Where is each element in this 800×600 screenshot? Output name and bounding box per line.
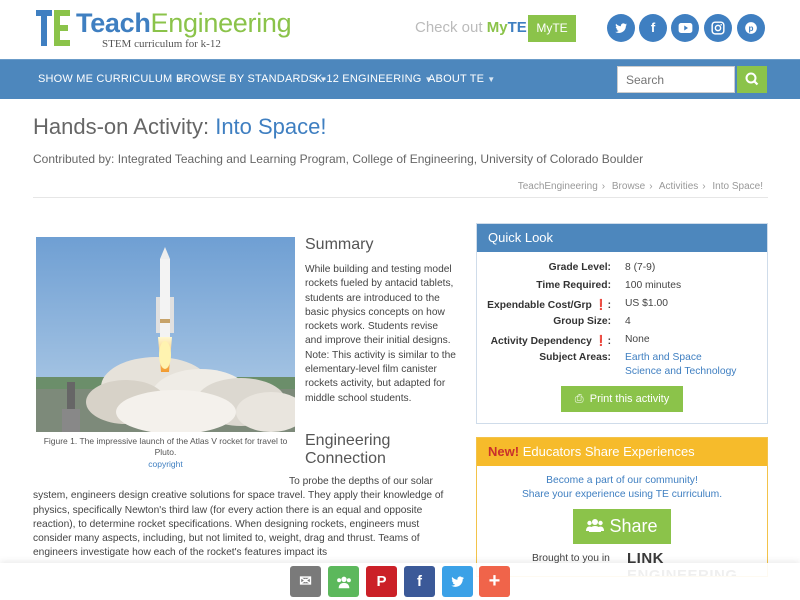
summary-text: While building and testing model rockets… — [305, 264, 456, 404]
youtube-icon[interactable] — [671, 14, 699, 42]
search-button[interactable] — [737, 66, 767, 93]
pinterest-icon[interactable]: p — [737, 14, 765, 42]
top-header: TeachEngineering STEM curriculum for k-1… — [0, 0, 800, 58]
print-activity-label: Print this activity — [589, 393, 670, 405]
share-button-label: Share — [609, 516, 658, 536]
nav-browse-by-standards[interactable]: BROWSE BY STANDARDS ▼ — [176, 73, 327, 85]
contributed-by: Contributed by: Integrated Teaching and … — [33, 152, 644, 166]
quick-look-panel: Quick Look Grade Level: 8 (7-9) Time Req… — [476, 223, 768, 424]
search-input[interactable] — [617, 66, 735, 93]
educators-share-panel: New! Educators Share Experiences Become … — [476, 437, 768, 577]
site-logo[interactable]: TeachEngineering STEM curriculum for k-1… — [36, 8, 292, 50]
subject-areas-label: Subject Areas: — [539, 352, 611, 363]
figure-caption-text: Figure 1. The impressive launch of the A… — [43, 436, 288, 457]
expendable-cost-value: US $1.00 — [625, 298, 668, 309]
share-bar: ✉ P f + — [0, 563, 800, 600]
twitter-icon[interactable] — [442, 566, 473, 597]
search-icon — [745, 72, 759, 86]
nav-show-me-curriculum[interactable]: SHOW ME CURRICULUM ▼ — [38, 73, 184, 85]
activity-dependency-label: Activity Dependency ❗: — [490, 336, 611, 347]
group-size-label: Group Size: — [553, 316, 611, 327]
logo-tagline: STEM curriculum for k-12 — [102, 38, 221, 50]
page-title-highlight: Into Space! — [215, 114, 327, 139]
more-icon[interactable]: + — [479, 566, 510, 597]
printer-icon: ⎙ — [574, 393, 584, 405]
checkout-te: TE — [507, 19, 527, 36]
pinterest-icon[interactable]: P — [366, 566, 397, 597]
breadcrumb-item: Into Space! — [712, 181, 763, 192]
time-required-label: Time Required: — [536, 280, 611, 291]
quick-look-heading: Quick Look — [477, 224, 767, 252]
activity-dependency-value: None — [625, 334, 650, 345]
subject-area-link[interactable]: Earth and Space — [625, 352, 702, 363]
page-title-prefix: Hands-on Activity: — [33, 114, 210, 139]
educators-share-heading: New! Educators Share Experiences — [477, 438, 767, 466]
logo-brand-part1: Teach — [76, 8, 151, 38]
divider — [33, 197, 768, 198]
checkout-prefix: Check out — [415, 19, 483, 36]
info-icon[interactable]: ❗ — [595, 300, 608, 311]
chevron-down-icon: ▼ — [487, 75, 496, 84]
grade-level-value: 8 (7-9) — [625, 262, 656, 273]
summary-heading: Summary — [305, 236, 374, 253]
print-activity-button[interactable]: ⎙ Print this activity — [561, 386, 683, 412]
svg-text:p: p — [749, 24, 754, 33]
community-link[interactable]: Become a part of our community! — [477, 475, 767, 486]
engineering-connection-text: To probe the depths of our solar system,… — [33, 475, 458, 561]
copyright-link[interactable]: copyright — [34, 459, 297, 470]
facebook-icon[interactable]: f — [404, 566, 435, 597]
breadcrumb-item[interactable]: Browse — [612, 181, 645, 192]
breadcrumb: TeachEngineering › Browse › Activities › In… — [517, 181, 763, 192]
facebook-icon[interactable]: f — [639, 14, 667, 42]
educators-share-title: Educators Share Experiences — [522, 444, 695, 459]
time-required-value: 100 minutes — [625, 280, 682, 291]
figure-caption: Figure 1. The impressive launch of the A… — [34, 436, 297, 470]
share-button[interactable]: Share — [573, 509, 671, 544]
page-title: Hands-on Activity: Into Space! — [33, 114, 327, 140]
community-icon[interactable] — [328, 566, 359, 597]
grade-level-label: Grade Level: — [548, 262, 611, 273]
engineering-connection-heading: Engineering Connection — [305, 432, 391, 467]
group-icon — [586, 516, 609, 536]
engineering-connection-body: To probe the depths of our solar system,… — [33, 476, 444, 559]
new-label: New! — [488, 444, 520, 459]
expendable-cost-label: Expendable Cost/Grp ❗: — [487, 300, 611, 311]
te-logo-icon — [36, 10, 72, 46]
breadcrumb-item[interactable]: TeachEngineering — [518, 181, 598, 192]
logo-brand-part2: Engineering — [150, 8, 292, 38]
checkout-my: My — [486, 19, 508, 36]
email-icon[interactable]: ✉ — [290, 566, 321, 597]
rocket-launch-photo — [36, 237, 295, 432]
checkout-myte-text: Check out MyTE — [415, 19, 527, 36]
myte-button[interactable]: MyTE — [528, 15, 576, 42]
nav-k12-engineering[interactable]: K-12 ENGINEERING ▼ — [315, 73, 433, 85]
breadcrumb-item[interactable]: Activities — [659, 181, 698, 192]
twitter-icon[interactable] — [607, 14, 635, 42]
subject-area-link[interactable]: Science and Technology — [625, 366, 736, 377]
share-experience-link[interactable]: Share your experience using TE curriculu… — [477, 489, 767, 500]
info-icon[interactable]: ❗ — [595, 336, 608, 347]
group-size-value: 4 — [625, 316, 631, 327]
main-nav: SHOW ME CURRICULUM ▼ BROWSE BY STANDARDS ▼… — [0, 59, 800, 99]
nav-about-te[interactable]: ABOUT TE ▼ — [428, 73, 495, 85]
instagram-icon[interactable] — [704, 14, 732, 42]
